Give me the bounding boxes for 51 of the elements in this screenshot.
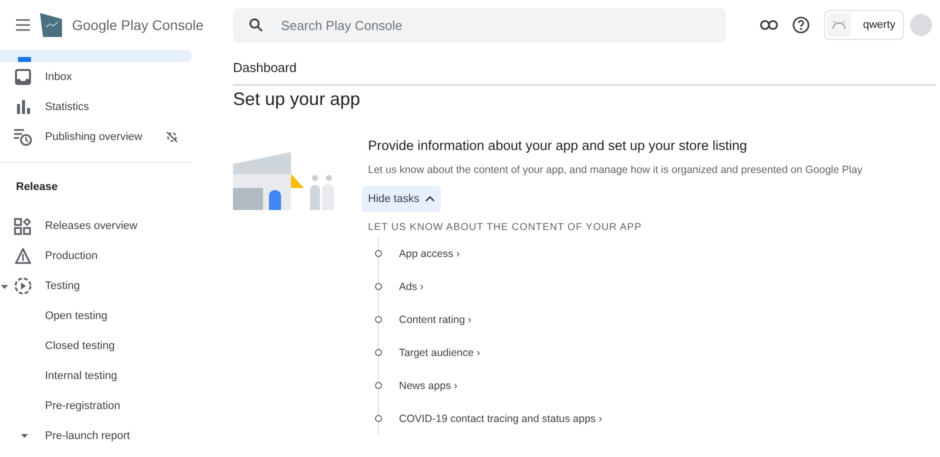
- task-link[interactable]: Content rating ›: [399, 314, 472, 326]
- search-icon: [249, 18, 263, 32]
- task-link[interactable]: News apps ›: [399, 380, 458, 392]
- section-heading: LET US KNOW ABOUT THE CONTENT OF YOUR APP: [368, 222, 643, 233]
- status-circle-icon: [375, 250, 382, 257]
- nav-item[interactable]: Inbox: [45, 71, 72, 83]
- page-title: Set up your app: [233, 89, 362, 110]
- sync-off-icon: [166, 131, 178, 143]
- nav-item[interactable]: Testing: [45, 280, 80, 292]
- card-description: Let us know about the content of your app, and manage how it is organized and presented on Google Play: [368, 164, 862, 176]
- android-icon: [832, 21, 846, 29]
- hide-tasks-button[interactable]: Hide tasks: [362, 186, 442, 212]
- nav-item[interactable]: Pre-registration: [45, 400, 120, 412]
- status-circle-icon: [375, 349, 382, 356]
- task-link[interactable]: Ads ›: [399, 280, 424, 292]
- logo-icon: [40, 13, 62, 37]
- chevron-up-icon: [425, 196, 436, 202]
- status-circle-icon: [375, 382, 382, 389]
- task-link[interactable]: Target audience ›: [399, 346, 480, 358]
- breadcrumb: Dashboard: [233, 50, 936, 86]
- caret-down-icon[interactable]: [21, 434, 28, 438]
- nav-item[interactable]: Publishing overview: [45, 131, 142, 143]
- nav-item[interactable]: Statistics: [45, 101, 90, 113]
- nav-item[interactable]: Open testing: [45, 310, 108, 322]
- grid-icon: [14, 218, 31, 234]
- nav-item[interactable]: Closed testing: [45, 340, 115, 352]
- play-circle-icon: [14, 277, 32, 295]
- status-circle-icon: [375, 283, 382, 290]
- nav-item[interactable]: Production: [45, 250, 98, 262]
- search-field[interactable]: Search Play Console: [279, 16, 683, 34]
- warning-triangle-icon: [14, 248, 30, 264]
- task-link[interactable]: App access ›: [399, 248, 460, 260]
- nav-section-heading: Release: [16, 181, 58, 193]
- search-field[interactable]: Search Play Console: [233, 8, 726, 42]
- inbox-icon: [14, 68, 32, 86]
- nav-item[interactable]: Pre-launch report: [45, 430, 130, 442]
- help-icon[interactable]: [792, 16, 810, 34]
- brand-name: Google Play Console: [72, 17, 204, 33]
- status-circle-icon: [375, 316, 382, 323]
- selected-nav-item[interactable]: [0, 50, 192, 62]
- task-link[interactable]: COVID-19 contact tracing and status apps ›: [399, 412, 602, 424]
- list-clock-icon: [12, 128, 32, 146]
- caret-down-icon[interactable]: [1, 285, 8, 289]
- account-chip[interactable]: qwerty: [824, 10, 904, 40]
- nav-item[interactable]: Releases overview: [45, 220, 138, 232]
- bar-chart-icon: [14, 100, 30, 114]
- nav-item[interactable]: Internal testing: [45, 370, 118, 382]
- link-icon[interactable]: [760, 20, 778, 30]
- card-title: Provide information about your app and set up your store listing: [368, 138, 748, 153]
- status-circle-icon: [375, 415, 382, 422]
- menu-icon[interactable]: [16, 19, 30, 31]
